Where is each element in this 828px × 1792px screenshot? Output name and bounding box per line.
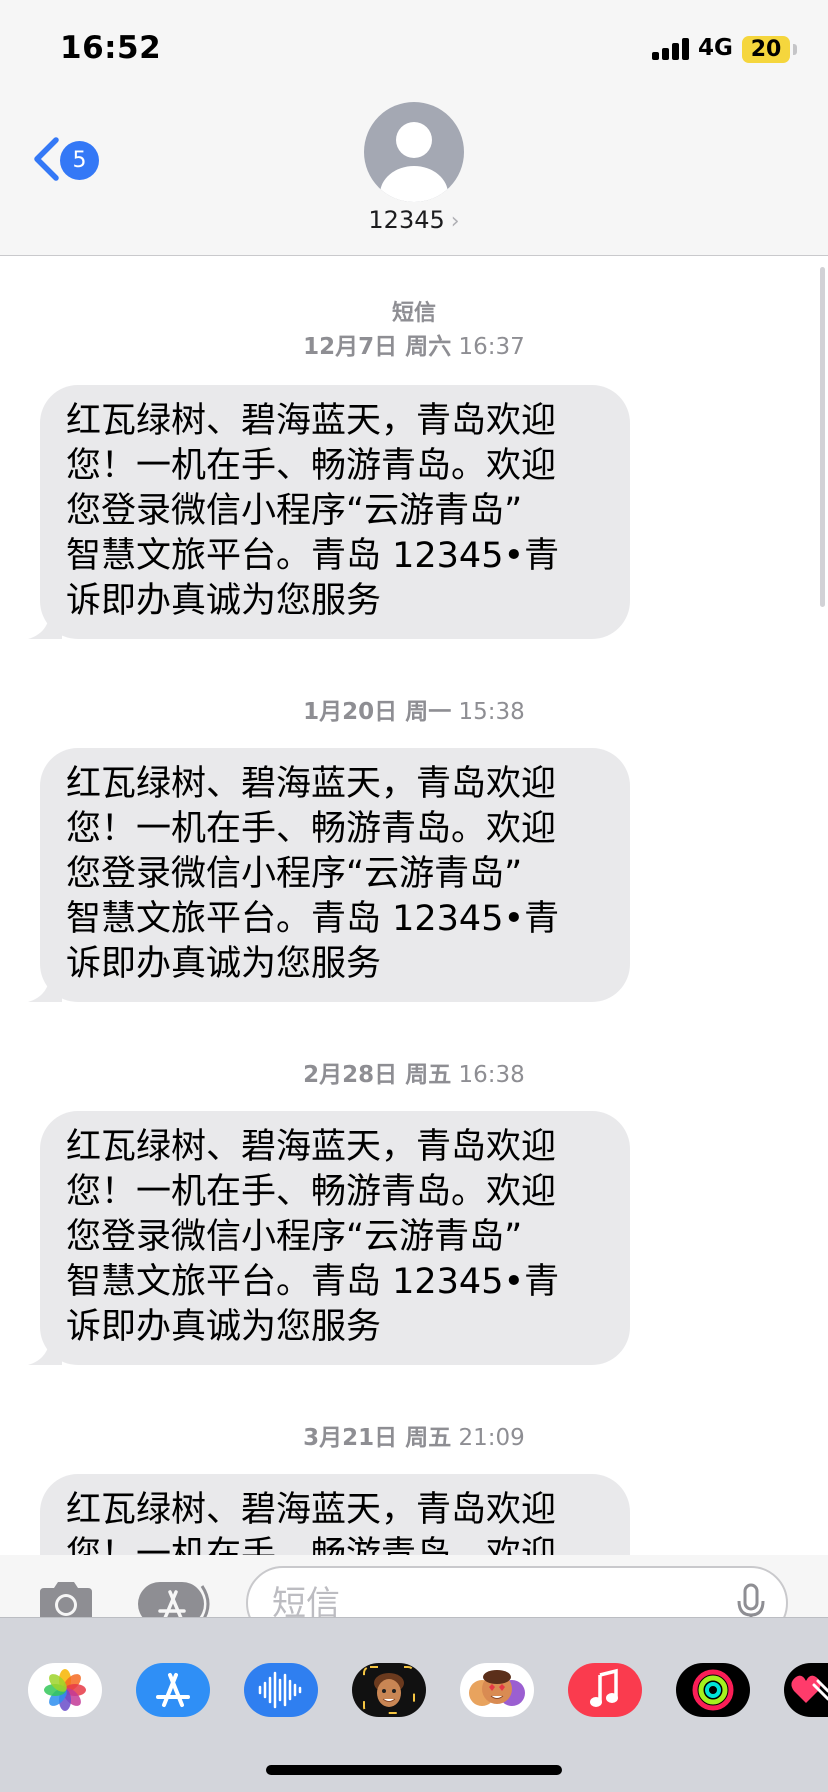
- message-bubble[interactable]: 红瓦绿树、碧海蓝天，青岛欢迎 您！一机在手、畅游青岛。欢迎 您登录微信小程序“云…: [28, 385, 630, 639]
- message-line: 红瓦绿树、碧海蓝天，青岛欢迎: [66, 764, 557, 804]
- message-line: 您！一机在手、畅游青岛。欢迎: [66, 1535, 557, 1555]
- message-line: 您登录微信小程序“云游青岛”: [66, 1217, 523, 1257]
- battery-nub: [793, 44, 797, 55]
- message-line: 诉即办真诚为您服务: [66, 581, 382, 621]
- message-line: 红瓦绿树、碧海蓝天，青岛欢迎: [66, 1127, 557, 1167]
- photos-icon[interactable]: [28, 1663, 102, 1717]
- memoji-icon[interactable]: [352, 1663, 426, 1717]
- music-icon[interactable]: [568, 1663, 642, 1717]
- message-line: 智慧文旅平台。青岛 12345•青: [66, 899, 560, 939]
- timestamp-day: 12月7日 周六: [303, 334, 452, 360]
- battery-level: 20: [750, 37, 782, 62]
- message-line: 您登录微信小程序“云游青岛”: [66, 854, 523, 894]
- contact-name[interactable]: 12345 ›: [0, 206, 828, 234]
- message-line: 红瓦绿树、碧海蓝天，青岛欢迎: [66, 401, 557, 441]
- activity-icon[interactable]: [676, 1663, 750, 1717]
- timestamp-day: 1月20日 周一: [303, 699, 452, 725]
- message-timestamp: 12月7日 周六 16:37: [0, 327, 828, 361]
- timestamp-time: 16:37: [458, 334, 525, 360]
- cellular-signal-icon: [652, 38, 690, 60]
- home-indicator[interactable]: [266, 1765, 562, 1775]
- message-timestamp: 2月28日 周五 16:38: [0, 1055, 828, 1089]
- unread-count-badge[interactable]: 5: [60, 141, 99, 180]
- message-bubble[interactable]: 红瓦绿树、碧海蓝天，青岛欢迎 您！一机在手、畅游青岛。欢迎 您登录微信小程序“云…: [28, 1111, 630, 1365]
- message-timestamp: 3月21日 周五 21:09: [0, 1418, 828, 1452]
- message-text: 红瓦绿树、碧海蓝天，青岛欢迎 您！一机在手、畅游青岛。欢迎: [40, 1474, 630, 1555]
- divider: [0, 1617, 828, 1618]
- contact-avatar[interactable]: [364, 102, 464, 202]
- memoji-stickers-icon[interactable]: [460, 1663, 534, 1717]
- battery-icon: 20: [742, 36, 790, 63]
- contact-number[interactable]: 12345: [368, 206, 444, 234]
- message-line: 红瓦绿树、碧海蓝天，青岛欢迎: [66, 1490, 557, 1530]
- timestamp-day: 3月21日 周五: [303, 1425, 452, 1451]
- message-line: 您！一机在手、畅游青岛。欢迎: [66, 446, 557, 486]
- timestamp-day: 2月28日 周五: [303, 1062, 452, 1088]
- message-line: 智慧文旅平台。青岛 12345•青: [66, 536, 560, 576]
- timestamp-time: 15:38: [458, 699, 525, 725]
- chevron-right-icon: ›: [450, 209, 460, 234]
- network-type: 4G: [698, 35, 733, 61]
- message-line: 诉即办真诚为您服务: [66, 1307, 382, 1347]
- person-icon: [380, 122, 448, 202]
- message-line: 诉即办真诚为您服务: [66, 944, 382, 984]
- audio-message-icon[interactable]: [244, 1663, 318, 1717]
- message-line: 您登录微信小程序“云游青岛”: [66, 491, 523, 531]
- message-bubble[interactable]: 红瓦绿树、碧海蓝天，青岛欢迎 您！一机在手、畅游青岛。欢迎: [30, 1474, 630, 1555]
- app-store-icon[interactable]: [136, 1663, 210, 1717]
- message-line: 您！一机在手、畅游青岛。欢迎: [66, 1172, 557, 1212]
- message-line: 智慧文旅平台。青岛 12345•青: [66, 1262, 560, 1302]
- service-label: 短信: [391, 301, 436, 326]
- timestamp-time: 16:38: [458, 1062, 525, 1088]
- message-text: 红瓦绿树、碧海蓝天，青岛欢迎 您！一机在手、畅游青岛。欢迎 您登录微信小程序“云…: [40, 748, 630, 1002]
- message-line: 您！一机在手、畅游青岛。欢迎: [66, 809, 557, 849]
- message-text: 红瓦绿树、碧海蓝天，青岛欢迎 您！一机在手、畅游青岛。欢迎 您登录微信小程序“云…: [40, 385, 630, 639]
- timestamp-time: 21:09: [458, 1425, 525, 1451]
- message-timestamp: 1月20日 周一 15:38: [0, 692, 828, 726]
- status-time: 16:52: [60, 30, 162, 66]
- message-text: 红瓦绿树、碧海蓝天，青岛欢迎 您！一机在手、畅游青岛。欢迎 您登录微信小程序“云…: [40, 1111, 630, 1365]
- message-list[interactable]: 短信 12月7日 周六 16:37 红瓦绿树、碧海蓝天，青岛欢迎 您！一机在手、…: [0, 257, 828, 1555]
- message-bubble[interactable]: 红瓦绿树、碧海蓝天，青岛欢迎 您！一机在手、畅游青岛。欢迎 您登录微信小程序“云…: [28, 748, 630, 1002]
